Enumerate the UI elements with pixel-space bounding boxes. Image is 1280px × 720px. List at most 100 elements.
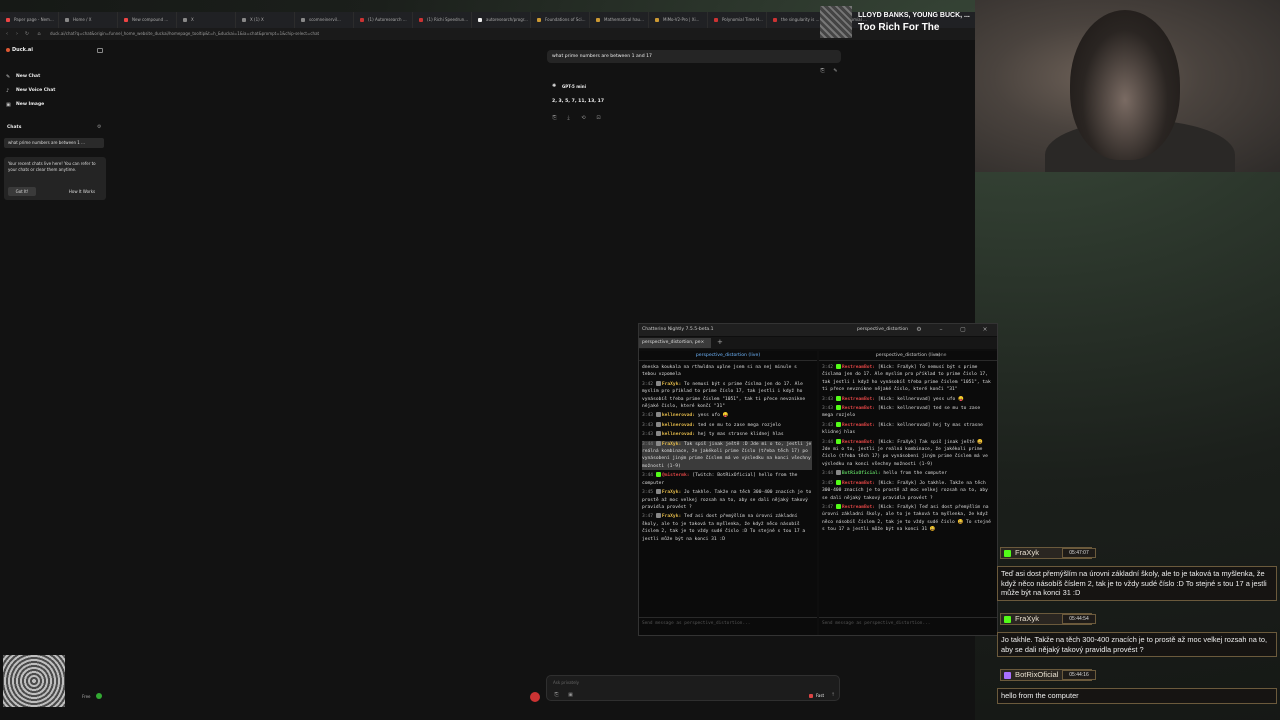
message-username[interactable]: kellnerovad: bbox=[662, 423, 695, 428]
chat-message[interactable]: 3:44 FraXyk: Tak spíš jinak ještě :D Jde… bbox=[642, 440, 812, 471]
sidebar-toggle-icon[interactable] bbox=[97, 48, 103, 53]
chat-message[interactable]: 3:44 RestreamBot: [Kick: FraXyk] Tak spí… bbox=[822, 438, 992, 469]
close-icon[interactable]: × bbox=[981, 326, 989, 334]
browser-tab[interactable]: New compound ... bbox=[118, 12, 177, 28]
send-icon[interactable]: ↑ bbox=[829, 691, 837, 699]
browser-tab[interactable]: (1) Richi Speedrun... bbox=[413, 12, 472, 28]
maximize-icon[interactable]: ▢ bbox=[959, 326, 967, 334]
copy-answer-icon[interactable]: ⎘ bbox=[551, 115, 558, 122]
settings-icon[interactable]: ⚙ bbox=[915, 326, 923, 334]
message-text: hello from the computer bbox=[883, 471, 947, 477]
chat-message[interactable]: 3:45 RestreamBot: [Kick: FraXyk] Jo takh… bbox=[822, 479, 992, 502]
message-timestamp: 3:43 bbox=[642, 432, 654, 438]
message-username[interactable]: FraXyk: bbox=[662, 382, 681, 387]
browser-tab[interactable]: scomneinervil... bbox=[295, 12, 354, 28]
share-icon[interactable]: ⊡ bbox=[595, 115, 602, 122]
back-icon[interactable]: ‹ bbox=[4, 31, 10, 37]
chat-message[interactable]: 3:47 RestreamBot: [Kick: FraXyk] Teď asi… bbox=[822, 503, 992, 534]
chat-message[interactable]: dneska koukala na rthwldna uplne jsem si… bbox=[642, 364, 812, 379]
favicon-icon bbox=[124, 18, 128, 22]
got-it-button[interactable]: Got It! bbox=[8, 187, 36, 196]
chat-message[interactable]: 3:42 RestreamBot: [Kick: FraXyk] To nemu… bbox=[822, 364, 992, 394]
message-username[interactable]: BotRixOficial: bbox=[842, 471, 881, 476]
copy-icon[interactable]: ⎘ bbox=[819, 68, 826, 75]
openai-icon: ✺ bbox=[552, 83, 557, 89]
message-text: ted se mu to zase mega rozjelo bbox=[697, 422, 781, 428]
home-icon[interactable]: ⌂ bbox=[36, 31, 42, 37]
record-indicator-icon[interactable] bbox=[530, 692, 540, 702]
reload-icon[interactable]: ↻ bbox=[24, 31, 30, 37]
browser-tab[interactable]: autoresearch/progr... bbox=[472, 12, 531, 28]
now-playing-title: Too Rich For The bbox=[858, 22, 940, 33]
message-username[interactable]: RestreamBot: bbox=[842, 365, 875, 370]
favicon-icon bbox=[242, 18, 246, 22]
chat-input-left[interactable]: Send message as perspective_distortion..… bbox=[639, 617, 817, 631]
split-header-left[interactable]: perspective_distortion (live) bbox=[639, 351, 817, 361]
chat-message[interactable]: 3:47 FraXyk: Teď asi dost přemýšlím na ú… bbox=[642, 513, 812, 543]
message-timestamp: 3:44 bbox=[822, 439, 834, 445]
message-text: yess ufo 😛 bbox=[697, 413, 729, 419]
chat-message[interactable]: 3:45 FraXyk: Jo takhle. Takže na těch 30… bbox=[642, 489, 812, 511]
message-username[interactable]: RestreamBot: bbox=[842, 481, 875, 486]
image-upload-icon[interactable]: ▣ bbox=[567, 692, 574, 699]
chat-message[interactable]: 3:43 kellnerovad: ted se mu to zase mega… bbox=[642, 421, 812, 429]
message-username[interactable]: RestreamBot: bbox=[842, 406, 875, 411]
new-chat-button[interactable]: ✎ New Chat bbox=[6, 74, 40, 80]
new-image-button[interactable]: ▣ New Image bbox=[6, 102, 44, 108]
url-text[interactable]: duck.ai/chat?q=chat&origin=funnel_home_w… bbox=[50, 31, 570, 38]
chat-messages-left: dneska koukala na rthwldna uplne jsem si… bbox=[642, 364, 812, 614]
retry-icon[interactable]: ⟲ bbox=[580, 115, 587, 122]
chat-message[interactable]: 3:42 FraXyk: To nemusí být s prime číslm… bbox=[642, 380, 812, 411]
album-art bbox=[820, 6, 852, 38]
minimize-icon[interactable]: – bbox=[937, 326, 945, 334]
model-speed-selector[interactable]: Fast bbox=[809, 692, 824, 699]
tab-perspective-distortion[interactable]: perspective_distortion, pe× bbox=[639, 338, 711, 348]
add-tab-icon[interactable]: + bbox=[717, 338, 723, 346]
chat-message[interactable]: 3:43 kellnerovad: hej ty mas strasne kli… bbox=[642, 431, 812, 438]
download-icon[interactable]: ⤓ bbox=[565, 115, 572, 122]
new-voice-chat-button[interactable]: ♪ New Voice Chat bbox=[6, 88, 55, 94]
browser-tab[interactable]: X (1) X bbox=[236, 12, 295, 28]
browser-tab[interactable]: Paper page - Nem... bbox=[0, 12, 59, 28]
message-username[interactable]: FraXyk: bbox=[662, 490, 681, 495]
browser-tab[interactable]: MiMo-V2-Pro | Xi... bbox=[649, 12, 708, 28]
split-header-right[interactable]: perspective_distortion (live) none bbox=[819, 351, 997, 361]
message-username[interactable]: RestreamBot: bbox=[842, 440, 875, 445]
chatterino-account[interactable]: perspective_distortion bbox=[857, 327, 908, 332]
message-timestamp: 3:43 bbox=[822, 396, 834, 402]
chat-message[interactable]: 3:43 kellnerovad: yess ufo 😛 bbox=[642, 412, 812, 419]
recent-chat-item[interactable]: what prime numbers are between 1 ... bbox=[4, 138, 104, 148]
chat-message[interactable]: 3:43 RestreamBot: [Kick: kellnerovad] te… bbox=[822, 405, 992, 420]
browser-tab[interactable]: Mathematical hau... bbox=[590, 12, 649, 28]
chat-composer[interactable]: Ask privately ⎘ ▣ Fast ↑ bbox=[546, 675, 840, 701]
message-username[interactable]: @mistermk: bbox=[662, 473, 690, 478]
message-username[interactable]: FraXyk: bbox=[662, 442, 681, 447]
chat-message[interactable]: 3:44 BotRixOficial: hello from the compu… bbox=[822, 470, 992, 477]
message-username[interactable]: kellnerovad: bbox=[662, 413, 695, 418]
browser-tab[interactable]: Polynomial Time H... bbox=[708, 12, 767, 28]
chat-message[interactable]: 3:43 RestreamBot: [Kick: kellnerovad] he… bbox=[822, 421, 992, 437]
browser-tab[interactable]: X bbox=[177, 12, 236, 28]
chats-settings-icon[interactable]: ⚙ bbox=[97, 124, 101, 130]
message-timestamp: 3:44 bbox=[642, 473, 654, 479]
browser-tab[interactable]: Foundations of Sci... bbox=[531, 12, 590, 28]
forward-icon[interactable]: › bbox=[14, 31, 20, 37]
browser-tab[interactable]: Home / X bbox=[59, 12, 118, 28]
how-it-works-button[interactable]: How It Works bbox=[62, 187, 102, 196]
chat-message[interactable]: 3:44 @mistermk: [Twitch: BotRixOficial] … bbox=[642, 472, 812, 487]
message-username[interactable]: FraXyk: bbox=[662, 514, 681, 519]
attach-icon[interactable]: ⎘ bbox=[553, 692, 560, 699]
user-badge-icon bbox=[655, 421, 661, 427]
user-badge-icon bbox=[835, 470, 841, 476]
edit-message-icon[interactable]: ✎ bbox=[832, 68, 839, 75]
message-username[interactable]: kellnerovad: bbox=[662, 432, 695, 437]
message-username[interactable]: RestreamBot: bbox=[842, 423, 875, 428]
message-username[interactable]: RestreamBot: bbox=[842, 505, 875, 510]
browser-tab[interactable]: (1) Autoresearch ... bbox=[354, 12, 413, 28]
overlay-message: Teď asi dost přemýšlím na úrovni základn… bbox=[997, 566, 1277, 601]
chat-input-right[interactable]: Send message as perspective_distortion..… bbox=[819, 617, 997, 631]
chat-message[interactable]: 3:43 RestreamBot: [Kick: kellnerovad] ye… bbox=[822, 395, 992, 403]
message-username[interactable]: RestreamBot: bbox=[842, 397, 875, 402]
duck-brand[interactable]: Duck.ai bbox=[6, 47, 33, 53]
message-timestamp: 3:44 bbox=[642, 441, 654, 447]
